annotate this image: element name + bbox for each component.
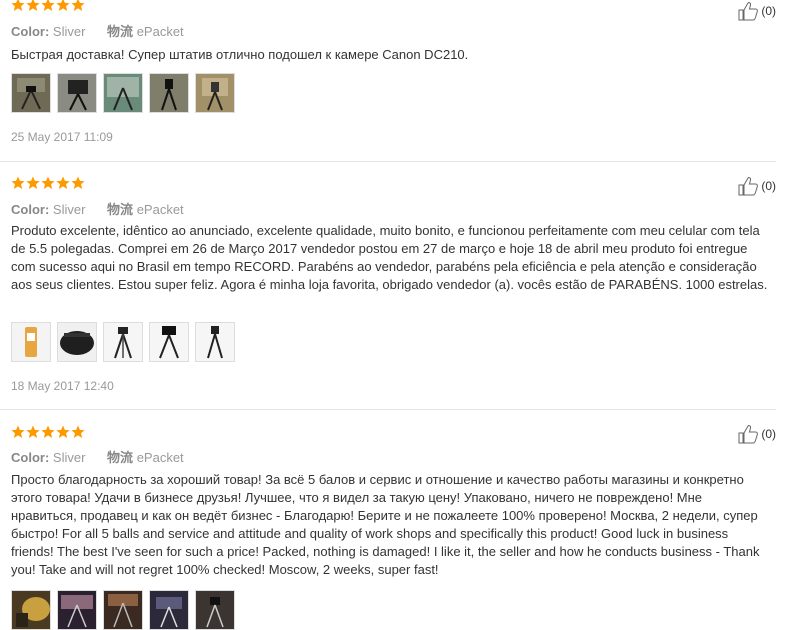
thumbs-up-icon bbox=[737, 0, 759, 22]
review-photo-thumbnail[interactable] bbox=[57, 322, 97, 362]
review-item: (0) Color: Sliver 物流 ePacket Быстрая дос… bbox=[0, 0, 776, 162]
review-meta: Color: Sliver 物流 ePacket bbox=[11, 199, 202, 218]
color-value: Sliver bbox=[52, 202, 86, 217]
star-rating bbox=[11, 176, 85, 192]
review-photo-thumbnail[interactable] bbox=[57, 73, 97, 113]
review-photo-thumbnail[interactable] bbox=[103, 322, 143, 362]
review-date: 25 May 2017 11:09 bbox=[11, 130, 113, 144]
review-photo-thumbnail[interactable] bbox=[149, 73, 189, 113]
review-item: (0) Color: Sliver 物流 ePacket Просто благ… bbox=[0, 410, 776, 630]
thumbs-up-icon bbox=[737, 423, 759, 445]
shipping-value: ePacket bbox=[136, 450, 184, 465]
star-rating bbox=[11, 0, 85, 14]
star-icon bbox=[56, 0, 70, 12]
thumbs-up-icon bbox=[737, 175, 759, 197]
star-icon bbox=[56, 425, 70, 439]
helpful-button[interactable]: (0) bbox=[737, 0, 776, 22]
star-icon bbox=[26, 176, 40, 190]
star-icon bbox=[26, 425, 40, 439]
review-photo-thumbnail[interactable] bbox=[57, 590, 97, 630]
review-photo-thumbnail[interactable] bbox=[149, 590, 189, 630]
review-text: Produto excelente, idêntico ao anunciado… bbox=[11, 223, 768, 292]
star-icon bbox=[71, 0, 85, 12]
review-text: Быстрая доставка! Супер штатив отлично п… bbox=[11, 47, 469, 62]
review-meta: Color: Sliver 物流 ePacket bbox=[11, 21, 202, 40]
helpful-button[interactable]: (0) bbox=[737, 175, 776, 197]
helpful-count: (0) bbox=[761, 427, 776, 441]
shipping-label: 物流 bbox=[107, 202, 134, 217]
color-label: Color: bbox=[11, 202, 50, 217]
shipping-label: 物流 bbox=[107, 24, 134, 39]
review-item: (0) Color: Sliver 物流 ePacket Produto exc… bbox=[0, 162, 776, 410]
review-photo-thumbnail[interactable] bbox=[11, 73, 51, 113]
star-icon bbox=[71, 176, 85, 190]
review-photo-thumbnail[interactable] bbox=[195, 590, 235, 630]
color-value: Sliver bbox=[52, 450, 86, 465]
review-text: Просто благодарность за хороший товар! З… bbox=[11, 472, 760, 577]
star-icon bbox=[71, 425, 85, 439]
star-icon bbox=[41, 425, 55, 439]
review-photo-thumbnail[interactable] bbox=[11, 322, 51, 362]
review-photo-thumbnail[interactable] bbox=[195, 322, 235, 362]
review-photo-thumbnail[interactable] bbox=[11, 590, 51, 630]
color-value: Sliver bbox=[52, 24, 86, 39]
helpful-button[interactable]: (0) bbox=[737, 423, 776, 445]
review-photo-thumbnail[interactable] bbox=[103, 590, 143, 630]
color-label: Color: bbox=[11, 450, 50, 465]
star-icon bbox=[56, 176, 70, 190]
star-icon bbox=[11, 176, 25, 190]
helpful-count: (0) bbox=[761, 4, 776, 18]
review-photo-thumbnail[interactable] bbox=[103, 73, 143, 113]
star-rating bbox=[11, 425, 85, 441]
review-photos bbox=[11, 322, 235, 362]
review-meta: Color: Sliver 物流 ePacket bbox=[11, 447, 202, 466]
review-date: 18 May 2017 12:40 bbox=[11, 379, 114, 393]
review-photos bbox=[11, 590, 235, 630]
helpful-count: (0) bbox=[761, 179, 776, 193]
star-icon bbox=[41, 0, 55, 12]
star-icon bbox=[26, 0, 40, 12]
review-photos bbox=[11, 73, 235, 113]
shipping-value: ePacket bbox=[136, 24, 184, 39]
shipping-value: ePacket bbox=[136, 202, 184, 217]
color-label: Color: bbox=[11, 24, 50, 39]
review-photo-thumbnail[interactable] bbox=[149, 322, 189, 362]
star-icon bbox=[11, 0, 25, 12]
review-photo-thumbnail[interactable] bbox=[195, 73, 235, 113]
star-icon bbox=[11, 425, 25, 439]
star-icon bbox=[41, 176, 55, 190]
shipping-label: 物流 bbox=[107, 450, 134, 465]
